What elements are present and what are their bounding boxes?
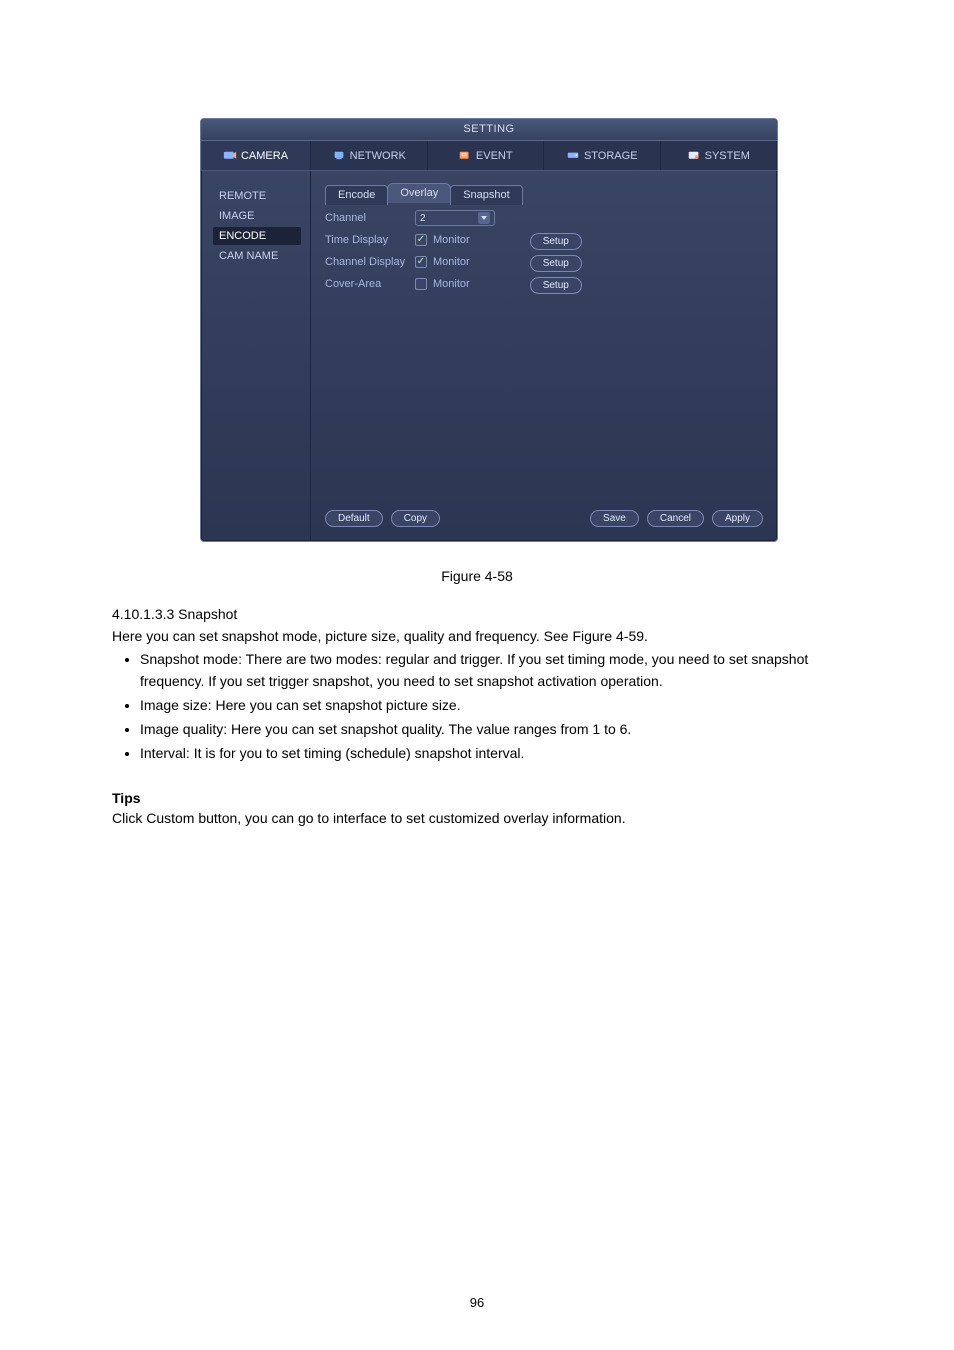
sidebar-item-cam-name[interactable]: CAM NAME <box>213 247 301 265</box>
settings-dialog: SETTING CAMERA NETWORK EVENT STORAGE <box>200 118 778 542</box>
row-cover-area: Cover-Area Monitor Setup <box>325 274 763 294</box>
nav-label: STORAGE <box>584 150 638 162</box>
camera-icon <box>223 150 237 162</box>
nav-label: SYSTEM <box>705 150 750 162</box>
storage-icon <box>566 150 580 162</box>
time-display-label: Time Display <box>325 234 415 246</box>
figure-caption: Figure 4-58 <box>0 568 954 584</box>
time-display-checkbox[interactable] <box>415 234 427 246</box>
nav-storage[interactable]: STORAGE <box>544 141 661 170</box>
tab-encode[interactable]: Encode <box>325 185 388 205</box>
system-icon <box>687 150 701 162</box>
tab-body: Channel 2 Time Display Monitor Setup <box>325 202 763 312</box>
top-nav: CAMERA NETWORK EVENT STORAGE SYSTEM <box>201 141 777 171</box>
chevron-down-icon <box>478 212 490 224</box>
time-display-setup-button[interactable]: Setup <box>530 233 582 250</box>
list-item: Image quality: Here you can set snapshot… <box>140 718 842 740</box>
page-number: 96 <box>0 1295 954 1310</box>
save-button[interactable]: Save <box>590 510 639 527</box>
bullet-list: Snapshot mode: There are two modes: regu… <box>140 648 842 766</box>
monitor-label: Monitor <box>433 278 470 290</box>
tabs: Encode Overlay Snapshot <box>325 183 763 203</box>
network-icon <box>332 150 346 162</box>
sidebar-item-remote[interactable]: REMOTE <box>213 187 301 205</box>
list-item: Interval: It is for you to set timing (s… <box>140 742 842 764</box>
channel-display-setup-button[interactable]: Setup <box>530 255 582 272</box>
sidebar-item-encode[interactable]: ENCODE <box>213 227 301 245</box>
main-panel: Encode Overlay Snapshot Channel 2 Time D… <box>311 171 777 541</box>
dialog-title: SETTING <box>201 119 777 141</box>
row-time-display: Time Display Monitor Setup <box>325 230 763 250</box>
row-channel: Channel 2 <box>325 208 763 228</box>
default-button[interactable]: Default <box>325 510 383 527</box>
nav-camera[interactable]: CAMERA <box>201 141 311 170</box>
sidebar-item-image[interactable]: IMAGE <box>213 207 301 225</box>
event-icon <box>458 150 472 162</box>
tips-body-text: Click Custom button, you can go to inter… <box>112 810 842 826</box>
nav-system[interactable]: SYSTEM <box>661 141 778 170</box>
dialog-content: REMOTE IMAGE ENCODE CAM NAME Encode Over… <box>201 171 777 541</box>
list-item: Snapshot mode: There are two modes: regu… <box>140 648 842 692</box>
section-heading: 4.10.1.3.3 Snapshot <box>112 606 237 622</box>
channel-select[interactable]: 2 <box>415 210 495 226</box>
nav-event[interactable]: EVENT <box>428 141 545 170</box>
copy-button[interactable]: Copy <box>391 510 440 527</box>
nav-label: EVENT <box>476 150 513 162</box>
monitor-label: Monitor <box>433 234 470 246</box>
tab-snapshot[interactable]: Snapshot <box>450 185 522 205</box>
footer-buttons: Default Copy Save Cancel Apply <box>325 510 763 527</box>
list-item: Image size: Here you can set snapshot pi… <box>140 694 842 716</box>
cover-area-label: Cover-Area <box>325 278 415 290</box>
apply-button[interactable]: Apply <box>712 510 763 527</box>
sidebar: REMOTE IMAGE ENCODE CAM NAME <box>201 171 311 541</box>
row-channel-display: Channel Display Monitor Setup <box>325 252 763 272</box>
nav-label: CAMERA <box>241 150 288 162</box>
tips-heading: Tips <box>112 790 141 806</box>
channel-value: 2 <box>420 213 426 224</box>
nav-network[interactable]: NETWORK <box>311 141 428 170</box>
channel-label: Channel <box>325 212 415 224</box>
channel-display-checkbox[interactable] <box>415 256 427 268</box>
channel-display-label: Channel Display <box>325 256 415 268</box>
cover-area-setup-button[interactable]: Setup <box>530 277 582 294</box>
tab-overlay[interactable]: Overlay <box>387 183 451 203</box>
nav-label: NETWORK <box>350 150 406 162</box>
cancel-button[interactable]: Cancel <box>647 510 704 527</box>
monitor-label: Monitor <box>433 256 470 268</box>
cover-area-checkbox[interactable] <box>415 278 427 290</box>
intro-text: Here you can set snapshot mode, picture … <box>112 626 842 646</box>
